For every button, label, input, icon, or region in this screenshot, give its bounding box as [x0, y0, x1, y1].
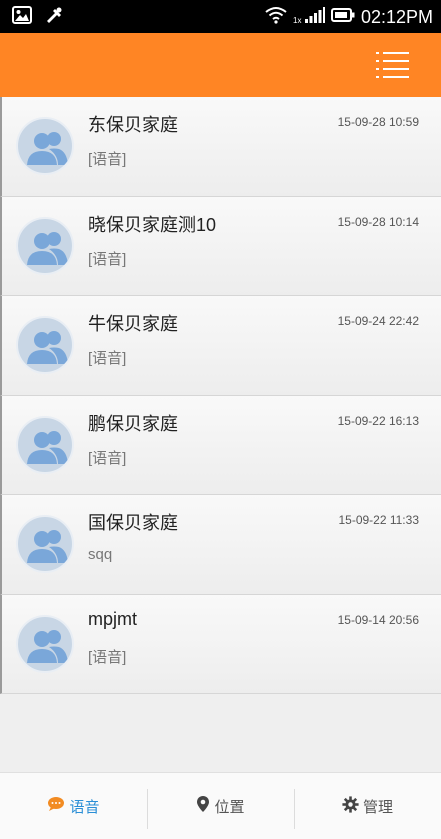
conversation-time: 15-09-28 10:59	[337, 115, 419, 129]
conversation-preview: [语音]	[88, 151, 127, 168]
tools-icon	[44, 6, 64, 31]
conversation-time: 15-09-28 10:14	[337, 214, 419, 229]
status-time: 02:12PM	[360, 7, 433, 27]
bottom-tab-bar: 语音 位置 管理	[0, 772, 441, 839]
tab-voice[interactable]: 语音	[0, 773, 147, 839]
group-avatar-icon	[16, 316, 74, 374]
battery-icon	[330, 7, 355, 28]
conversation-preview: sqq	[88, 546, 113, 563]
conversation-preview: [语音]	[88, 350, 127, 367]
signal-icon: 1x	[293, 5, 325, 30]
conversation-preview: [语音]	[88, 449, 127, 467]
conversation-name: 东保贝家庭	[88, 115, 178, 135]
conversation-row[interactable]: 鹏保贝家庭 15-09-22 16:13 [语音]	[0, 395, 441, 495]
wifi-icon	[265, 6, 287, 29]
menu-button[interactable]	[375, 49, 411, 81]
group-avatar-icon	[16, 216, 74, 275]
conversation-name: mpjmt	[88, 608, 137, 629]
conversation-row[interactable]: 牛保贝家庭 15-09-24 22:42 [语音]	[0, 296, 441, 396]
conversation-name: 鹏保贝家庭	[88, 413, 178, 434]
image-icon	[12, 6, 32, 31]
tab-location[interactable]: 位置	[147, 773, 294, 839]
conversation-preview: [语音]	[88, 250, 127, 268]
conversation-time: 15-09-14 20:56	[337, 612, 419, 627]
tab-manage[interactable]: 管理	[294, 773, 441, 839]
conversation-row[interactable]: 晓保贝家庭测10 15-09-28 10:14 [语音]	[0, 196, 441, 296]
tab-label: 语音	[69, 798, 100, 816]
conversation-time: 15-09-22 16:13	[337, 413, 419, 428]
conversation-name: 晓保贝家庭测10	[88, 214, 217, 235]
conversation-row[interactable]: mpjmt 15-09-14 20:56 [语音]	[0, 594, 441, 694]
conversation-name: 国保贝家庭	[88, 513, 178, 533]
group-avatar-icon	[16, 515, 74, 573]
conversation-row[interactable]: 东保贝家庭 15-09-28 10:59 [语音]	[0, 97, 441, 197]
group-avatar-icon	[16, 415, 74, 474]
group-avatar-icon	[16, 614, 74, 673]
status-bar: 1x 02:12PM	[0, 0, 441, 33]
conversation-preview: [语音]	[88, 648, 127, 666]
conversation-list: 东保贝家庭 15-09-28 10:59 [语音] 晓保贝家庭测10 15-09…	[0, 97, 441, 772]
conversation-row[interactable]: 国保贝家庭 15-09-22 11:33 sqq	[0, 495, 441, 595]
conversation-time: 15-09-24 22:42	[337, 314, 419, 328]
group-avatar-icon	[16, 117, 74, 175]
tab-label: 位置	[214, 798, 245, 816]
svg-text:1x: 1x	[293, 16, 301, 25]
tab-label: 管理	[362, 798, 393, 816]
chat-bubble-icon	[47, 796, 65, 816]
conversation-time: 15-09-22 11:33	[338, 513, 419, 527]
app-bar	[0, 33, 441, 97]
gear-icon	[342, 795, 359, 817]
conversation-name: 牛保贝家庭	[88, 314, 178, 334]
location-pin-icon	[196, 795, 210, 817]
list-menu-icon	[375, 52, 411, 85]
